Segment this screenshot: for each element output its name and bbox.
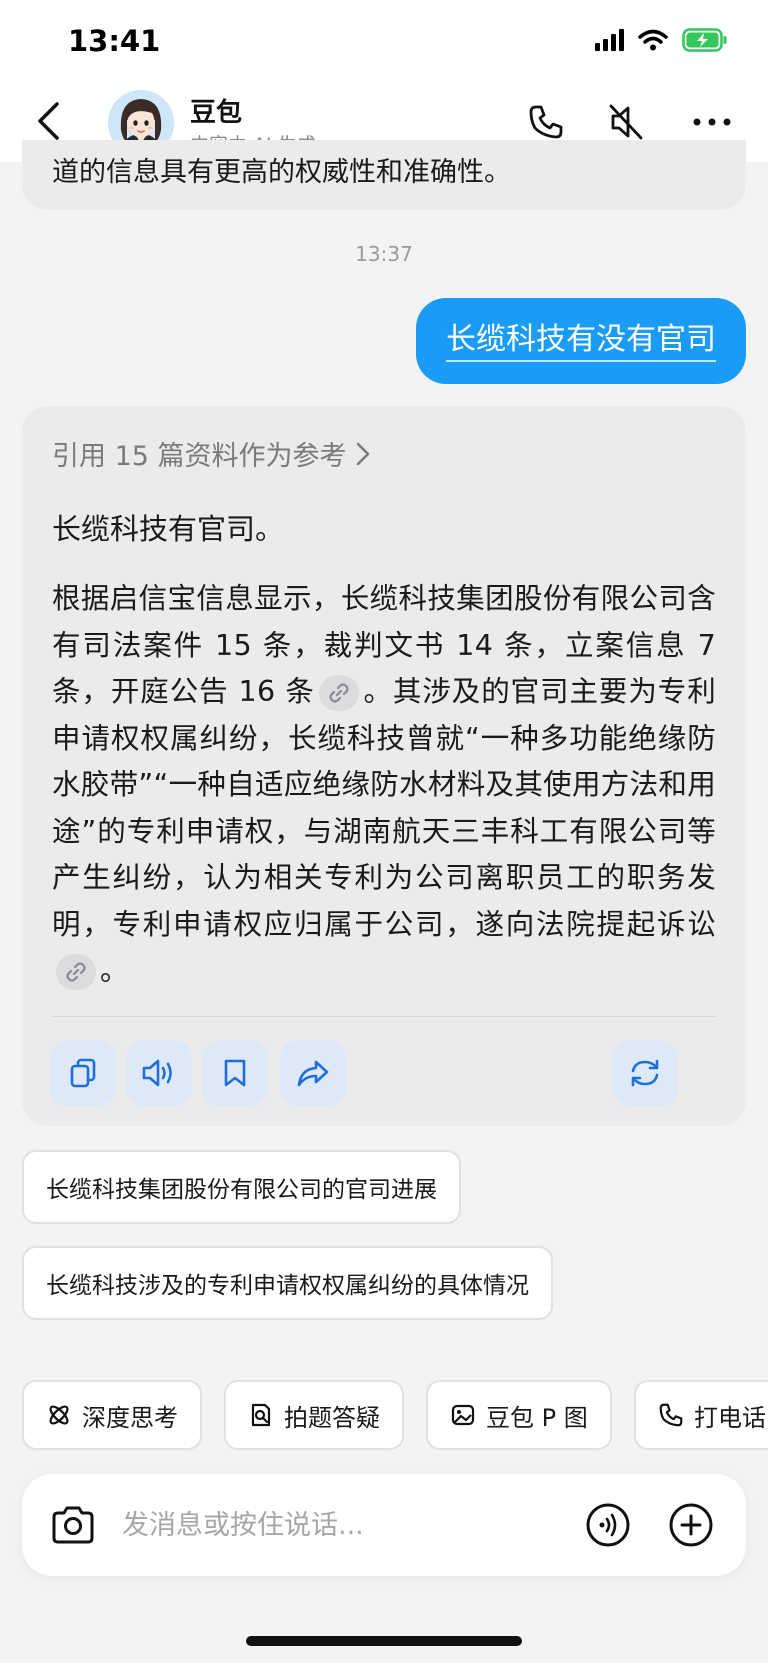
- bookmark-button[interactable]: [202, 1040, 268, 1106]
- tool-label: 深度思考: [82, 1403, 178, 1432]
- bookmark-icon: [224, 1059, 246, 1087]
- previous-message-bubble: 道的信息具有更高的权威性和准确性。: [22, 140, 746, 210]
- answer-title: 长缆科技有官司。: [52, 512, 285, 546]
- status-time: 13:41: [68, 24, 161, 58]
- suggested-question-text: 长缆科技涉及的专利申请权权属纠纷的具体情况: [46, 1273, 529, 1299]
- message-input-bar: [22, 1474, 746, 1576]
- link-icon: [329, 683, 349, 703]
- phone-icon: [659, 1403, 683, 1427]
- references-link[interactable]: 引用 15 篇资料作为参考: [52, 434, 371, 473]
- image-edit-icon: [451, 1404, 475, 1426]
- references-label: 引用 15 篇资料作为参考: [52, 441, 347, 472]
- status-bar: 13:41: [0, 0, 768, 80]
- tool-photo-question[interactable]: 拍题答疑: [224, 1380, 404, 1450]
- more-button[interactable]: [690, 100, 734, 144]
- signal-icon: [595, 29, 624, 51]
- copy-icon: [70, 1058, 96, 1088]
- photo-question-icon: [251, 1403, 271, 1427]
- link-icon: [66, 962, 86, 982]
- tool-label: 拍题答疑: [284, 1403, 380, 1432]
- camera-button[interactable]: [48, 1500, 98, 1550]
- suggested-question[interactable]: 长缆科技集团股份有限公司的官司进展: [22, 1150, 461, 1224]
- chat-screen: 13:41 豆包 道的信息具有更高的权威性和准确性。 13:37 长缆科技有没有…: [0, 0, 768, 1663]
- plus-icon: [669, 1503, 713, 1547]
- regenerate-icon: [631, 1059, 659, 1087]
- copy-button[interactable]: [50, 1040, 116, 1106]
- home-indicator: [246, 1636, 522, 1646]
- tool-label: 豆包 P 图: [486, 1403, 588, 1432]
- camera-icon: [52, 1506, 94, 1544]
- regenerate-button[interactable]: [612, 1040, 678, 1106]
- answer-divider: [52, 1016, 716, 1017]
- answer-body-part3: 。: [100, 954, 129, 987]
- speaker-icon: [142, 1059, 172, 1087]
- voice-icon: [586, 1503, 630, 1547]
- assistant-answer-card: 引用 15 篇资料作为参考 长缆科技有官司。 根据启信宝信息显示，长缆科技集团股…: [22, 406, 746, 1126]
- bot-name: 豆包: [190, 98, 243, 128]
- mute-button[interactable]: [604, 100, 648, 144]
- previous-message-text: 道的信息具有更高的权威性和准确性。: [52, 157, 511, 188]
- citation-link-1[interactable]: [318, 675, 359, 711]
- back-icon: [38, 102, 59, 140]
- answer-body-part2: 。其涉及的官司主要为专利申请权权属纠纷，长缆科技曾就“一种多功能绝缘防水胶带”“…: [52, 675, 716, 941]
- battery-icon: [682, 28, 727, 52]
- add-button[interactable]: [667, 1501, 715, 1549]
- read-aloud-button[interactable]: [126, 1040, 192, 1106]
- back-button[interactable]: [28, 98, 68, 144]
- tool-deep-think[interactable]: 深度思考: [22, 1380, 202, 1450]
- user-message-text: 长缆科技有没有官司: [446, 320, 716, 362]
- user-message-bubble[interactable]: 长缆科技有没有官司: [416, 298, 746, 384]
- status-icons: [595, 28, 728, 52]
- message-timestamp: 13:37: [355, 242, 413, 266]
- call-button[interactable]: [524, 100, 568, 144]
- message-input[interactable]: [122, 1502, 522, 1548]
- tool-label: 打电话: [694, 1403, 766, 1432]
- more-icon: [693, 118, 731, 126]
- phone-icon: [529, 105, 563, 139]
- suggested-question[interactable]: 长缆科技涉及的专利申请权权属纠纷的具体情况: [22, 1246, 553, 1320]
- share-button[interactable]: [280, 1040, 346, 1106]
- deep-think-icon: [49, 1405, 69, 1425]
- tool-phone-call[interactable]: 打电话: [634, 1380, 768, 1450]
- voice-button[interactable]: [584, 1501, 632, 1549]
- share-icon: [297, 1060, 329, 1087]
- citation-link-2[interactable]: [56, 954, 96, 990]
- tool-image-edit[interactable]: 豆包 P 图: [426, 1380, 612, 1450]
- answer-body: 根据启信宝信息显示，长缆科技集团股份有限公司含有司法案件 15 条，裁判文书 1…: [52, 576, 716, 995]
- mute-icon: [609, 104, 643, 140]
- chevron-right-icon: [356, 442, 369, 465]
- suggested-question-text: 长缆科技集团股份有限公司的官司进展: [46, 1177, 437, 1203]
- wifi-icon: [638, 29, 668, 51]
